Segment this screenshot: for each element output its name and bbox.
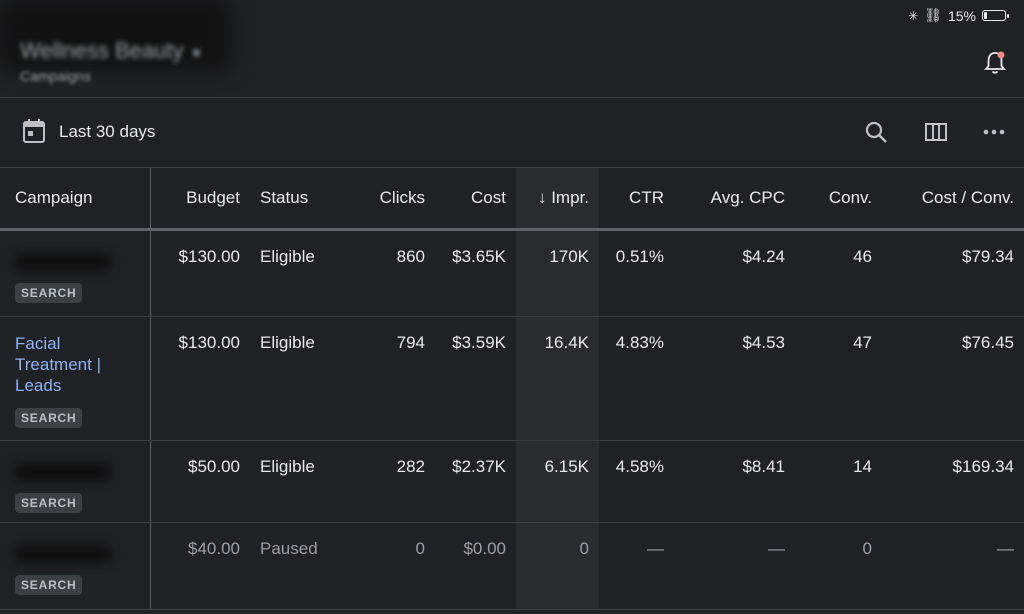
conversions-cell: 46 [795, 229, 882, 317]
campaign-type-badge: SEARCH [15, 408, 83, 428]
cost-cell: $3.59K [435, 316, 516, 441]
cost-per-conversion-cell: $79.34 [882, 229, 1024, 317]
column-header-conversions[interactable]: Conv. [795, 168, 882, 231]
more-options-icon[interactable] [982, 120, 1006, 144]
cost-per-conversion-cell: — [882, 522, 1024, 610]
redacted-campaign-name [15, 545, 110, 563]
clicks-cell: 282 [340, 440, 435, 523]
notification-bell-icon[interactable] [984, 50, 1006, 76]
campaign-cell[interactable]: Facial Treatment | Leads SEARCH [0, 316, 151, 441]
clicks-cell: 860 [340, 229, 435, 317]
clicks-cell: 0 [340, 522, 435, 610]
campaign-name-link[interactable]: Facial Treatment | Leads [15, 333, 140, 396]
conversions-cell: 14 [795, 440, 882, 523]
status-cell: Eligible [250, 229, 340, 317]
table-row[interactable]: SEARCH $130.00 Eligible 860 $3.65K 170K … [0, 229, 1024, 317]
account-switcher[interactable]: Wellness Beauty ▼ [20, 38, 203, 64]
budget-cell[interactable]: $50.00 [150, 440, 250, 523]
date-range-selector[interactable]: Last 30 days [59, 122, 155, 142]
toolbar: Last 30 days [0, 98, 1024, 168]
cost-cell: $0.00 [435, 522, 516, 610]
avg-cpc-cell: — [674, 522, 795, 610]
column-header-ctr[interactable]: CTR [599, 168, 674, 231]
table-row[interactable]: SEARCH $40.00 Paused 0 $0.00 0 — — 0 — [0, 522, 1024, 610]
ctr-cell: 4.83% [599, 316, 674, 441]
calendar-icon[interactable] [22, 118, 46, 144]
campaign-cell[interactable]: SEARCH [0, 440, 151, 523]
budget-cell[interactable]: $130.00 [150, 229, 250, 317]
activity-spinner-icon: ✳ [908, 8, 919, 23]
ctr-cell: 0.51% [599, 229, 674, 317]
redacted-campaign-name [15, 253, 110, 271]
ctr-cell: — [599, 522, 674, 610]
cost-cell: $3.65K [435, 229, 516, 317]
cost-per-conversion-cell: $169.34 [882, 440, 1024, 523]
column-header-cost-per-conversion[interactable]: Cost / Conv. [882, 168, 1024, 231]
campaign-type-badge: SEARCH [15, 493, 83, 513]
table-row[interactable]: SEARCH $50.00 Eligible 282 $2.37K 6.15K … [0, 440, 1024, 523]
impressions-cell: 6.15K [516, 440, 599, 523]
conversions-cell: 47 [795, 316, 882, 441]
column-header-status[interactable]: Status [250, 168, 340, 231]
campaign-type-badge: SEARCH [15, 283, 83, 303]
column-header-avg-cpc[interactable]: Avg. CPC [674, 168, 795, 231]
cost-per-conversion-cell: $76.45 [882, 316, 1024, 441]
battery-percentage: 15% [947, 7, 976, 24]
column-header-campaign[interactable]: Campaign [0, 168, 151, 231]
avg-cpc-cell: $8.41 [674, 440, 795, 523]
search-icon[interactable] [864, 120, 888, 144]
budget-cell[interactable]: $130.00 [150, 316, 250, 441]
impressions-cell: 16.4K [516, 316, 599, 441]
page-subtitle: Campaigns [20, 68, 91, 84]
columns-icon[interactable] [924, 120, 948, 144]
impressions-cell: 170K [516, 229, 599, 317]
link-icon: ⛓ [924, 7, 942, 23]
avg-cpc-cell: $4.53 [674, 316, 795, 441]
status-cell: Eligible [250, 440, 340, 523]
column-header-clicks[interactable]: Clicks [340, 168, 435, 231]
avg-cpc-cell: $4.24 [674, 229, 795, 317]
budget-cell[interactable]: $40.00 [150, 522, 250, 610]
account-name: Wellness Beauty [20, 38, 184, 63]
status-cell: Paused [250, 522, 340, 610]
campaign-type-badge: SEARCH [15, 575, 83, 595]
campaign-cell[interactable]: SEARCH [0, 522, 151, 610]
impressions-cell: 0 [516, 522, 599, 610]
column-header-cost[interactable]: Cost [435, 168, 516, 231]
column-header-impressions[interactable]: ↓ Impr. [516, 168, 599, 231]
redacted-campaign-name [15, 463, 110, 481]
conversions-cell: 0 [795, 522, 882, 610]
table-header-row: Campaign Budget Status Clicks Cost ↓ Imp… [0, 168, 1024, 231]
clicks-cell: 794 [340, 316, 435, 441]
column-header-budget[interactable]: Budget [150, 168, 250, 231]
ctr-cell: 4.58% [599, 440, 674, 523]
system-status-bar: ✳ ⛓ 15% [0, 0, 1024, 30]
battery-icon [982, 10, 1009, 21]
campaign-cell[interactable]: SEARCH [0, 229, 151, 317]
table-row[interactable]: Facial Treatment | Leads SEARCH $130.00 … [0, 316, 1024, 441]
campaigns-table: Campaign Budget Status Clicks Cost ↓ Imp… [0, 168, 1024, 610]
status-cell: Eligible [250, 316, 340, 441]
cost-cell: $2.37K [435, 440, 516, 523]
chevron-down-icon: ▼ [189, 45, 204, 61]
